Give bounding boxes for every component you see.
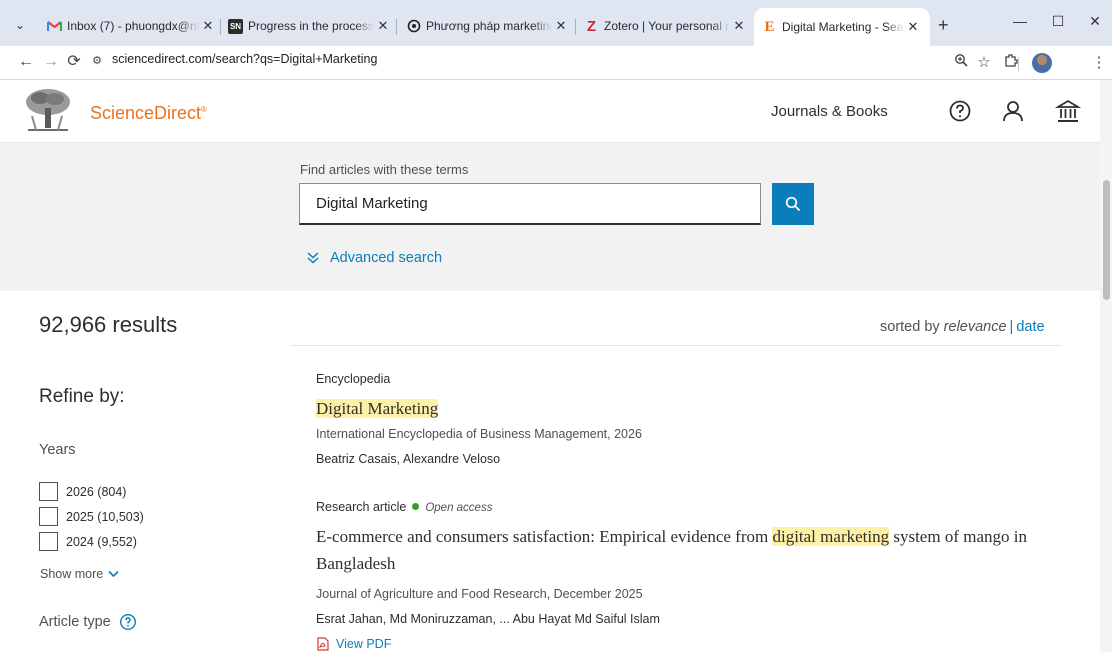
page-scrollbar[interactable]	[1100, 80, 1112, 652]
gmail-icon	[47, 19, 62, 34]
scrollbar-thumb[interactable]	[1103, 180, 1110, 300]
elsevier-e-icon: E	[764, 18, 775, 35]
browser-toolbar: ← → ⟳ ⚙ sciencedirect.com/search?qs=Digi…	[0, 46, 1112, 80]
result-type: Research article Open access	[316, 500, 493, 514]
search-button[interactable]	[772, 183, 814, 225]
search-icon	[785, 196, 801, 212]
year-filter-label: 2024 (9,552)	[66, 534, 137, 549]
year-filter-label: 2026 (804)	[66, 484, 127, 499]
browser-tab-sn[interactable]: SN Progress in the processing ✕	[228, 13, 392, 39]
results-divider	[291, 345, 1061, 346]
tab-title: Phương pháp marketing hi	[426, 19, 552, 33]
sort-options: sorted by relevance | date	[880, 319, 1045, 335]
site-header: ScienceDirect® Journals & Books	[0, 80, 1112, 143]
tab-title: Progress in the processing	[248, 19, 374, 33]
back-arrow-icon[interactable]: ←	[16, 54, 36, 70]
close-window-icon[interactable]: ✕	[1080, 13, 1110, 30]
bookmark-star-icon[interactable]: ☆	[973, 53, 995, 71]
profile-avatar[interactable]	[1032, 53, 1052, 73]
double-chevron-down-icon	[307, 252, 319, 264]
refine-by-heading: Refine by:	[39, 386, 125, 407]
help-circle-icon[interactable]	[119, 613, 137, 631]
user-account-icon[interactable]	[1000, 98, 1026, 124]
show-more-years-button[interactable]: Show more	[40, 567, 119, 581]
zoom-icon[interactable]	[950, 53, 972, 71]
checkbox[interactable]	[39, 532, 58, 551]
pdf-icon	[317, 637, 329, 651]
result-title-link[interactable]: Digital Marketing	[316, 395, 1056, 422]
tab-search-chevron-icon[interactable]: ⌄	[8, 14, 32, 36]
tab-title: Zotero | Your personal rese	[604, 19, 730, 33]
sort-separator: |	[1009, 319, 1014, 335]
journals-books-link[interactable]: Journals & Books	[771, 103, 888, 120]
site-info-icon[interactable]: ⚙	[88, 52, 106, 70]
checkbox[interactable]	[39, 482, 58, 501]
close-icon[interactable]: ✕	[199, 18, 217, 34]
browser-tab-bar: ⌄ Inbox (7) - phuongdx@ntu ✕ SN Progress…	[0, 0, 1112, 46]
more-menu-icon[interactable]: ⋮	[1088, 53, 1110, 71]
browser-tab-zotero[interactable]: Z Zotero | Your personal rese ✕	[584, 13, 748, 39]
maximize-icon[interactable]: ☐	[1043, 13, 1073, 30]
year-filter-2024[interactable]: 2024 (9,552)	[39, 532, 137, 551]
tab-divider	[396, 19, 397, 35]
browser-tab-active-sciencedirect[interactable]: E Digital Marketing - Search ✕	[754, 8, 930, 46]
sort-date-link[interactable]: date	[1016, 319, 1044, 335]
advanced-search-link[interactable]: Advanced search	[306, 250, 442, 266]
year-filter-2026[interactable]: 2026 (804)	[39, 482, 126, 501]
results-count: 92,966 results	[39, 312, 178, 337]
close-icon[interactable]: ✕	[904, 19, 922, 35]
search-label: Find articles with these terms	[300, 162, 469, 177]
new-tab-button[interactable]: +	[938, 15, 949, 36]
search-panel: Find articles with these terms Advanced …	[0, 143, 1100, 291]
result-source[interactable]: Journal of Agriculture and Food Research…	[316, 587, 643, 601]
result-authors: Beatriz Casais, Alexandre Veloso	[316, 452, 501, 466]
year-filter-label: 2025 (10,503)	[66, 509, 144, 524]
tab-divider	[575, 19, 576, 35]
years-filter-heading: Years	[39, 442, 76, 458]
result-title-link[interactable]: E-commerce and consumers satisfaction: E…	[316, 523, 1056, 577]
result-source[interactable]: International Encyclopedia of Business M…	[316, 427, 642, 441]
checkbox[interactable]	[39, 507, 58, 526]
forward-arrow-icon[interactable]: →	[41, 54, 61, 70]
advanced-search-label: Advanced search	[330, 250, 443, 266]
tab-title: Inbox (7) - phuongdx@ntu	[67, 19, 199, 33]
institution-icon[interactable]	[1055, 98, 1081, 124]
browser-tab-chatgpt[interactable]: Phương pháp marketing hi ✕	[406, 13, 570, 39]
zotero-icon: Z	[586, 17, 597, 35]
reload-icon[interactable]: ⟳	[64, 54, 84, 70]
minimize-icon[interactable]: —	[1005, 13, 1035, 29]
view-pdf-link[interactable]: View PDF	[316, 637, 391, 651]
sn-icon: SN	[228, 18, 243, 34]
toolbar-divider	[1018, 57, 1019, 71]
help-icon[interactable]	[947, 98, 973, 124]
open-access-dot-icon	[412, 503, 420, 510]
close-icon[interactable]: ✕	[374, 18, 392, 34]
openai-icon	[406, 19, 421, 34]
browser-tab-gmail[interactable]: Inbox (7) - phuongdx@ntu ✕	[47, 13, 217, 39]
elsevier-tree-logo[interactable]	[22, 86, 74, 134]
result-authors: Esrat Jahan, Md Moniruzzaman, ... Abu Ha…	[316, 612, 660, 626]
address-bar[interactable]: sciencedirect.com/search?qs=Digital+Mark…	[112, 52, 377, 66]
chevron-down-icon	[108, 570, 119, 578]
open-access-label: Open access	[425, 502, 493, 514]
tab-divider	[220, 19, 221, 35]
sort-relevance[interactable]: relevance	[944, 319, 1007, 335]
year-filter-2025[interactable]: 2025 (10,503)	[39, 507, 144, 526]
result-type: Encyclopedia	[316, 372, 391, 386]
close-icon[interactable]: ✕	[730, 18, 748, 34]
tab-title: Digital Marketing - Search	[782, 20, 904, 34]
search-input[interactable]	[299, 183, 761, 225]
article-type-heading: Article type	[39, 613, 137, 631]
sciencedirect-logo[interactable]: ScienceDirect®	[90, 103, 207, 124]
close-icon[interactable]: ✕	[552, 18, 570, 34]
